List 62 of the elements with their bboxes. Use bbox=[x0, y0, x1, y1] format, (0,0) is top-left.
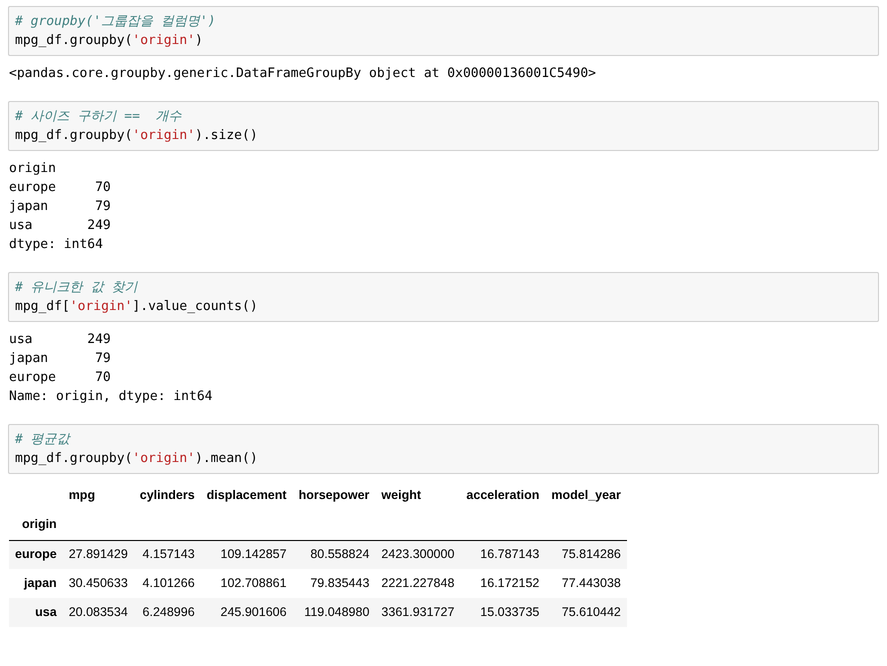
output-line: europe 70 bbox=[9, 179, 111, 197]
column-header: model_year bbox=[550, 486, 622, 504]
table-cell: 16.787143 bbox=[460, 540, 546, 569]
code-text: ).mean() bbox=[195, 451, 258, 466]
table-cell: 109.142857 bbox=[200, 540, 293, 569]
column-header: acceleration bbox=[465, 486, 540, 504]
code-text: mpg_df[ bbox=[15, 299, 70, 314]
code-text: mpg_df.groupby( bbox=[15, 33, 132, 48]
code-comment: # 평균값 bbox=[15, 432, 70, 447]
index-header: origin bbox=[9, 510, 63, 540]
string-literal: 'origin' bbox=[132, 128, 196, 143]
table-cell: 3361.931727 bbox=[375, 598, 460, 627]
row-index: japan bbox=[9, 569, 63, 598]
table-cell: 2221.227848 bbox=[375, 569, 460, 598]
row-index: europe bbox=[9, 540, 63, 569]
code-text: ).size() bbox=[195, 128, 258, 143]
string-literal: 'origin' bbox=[132, 33, 196, 48]
string-literal: 'origin' bbox=[70, 299, 132, 314]
code-text: ) bbox=[195, 33, 203, 48]
output-line: <pandas.core.groupby.generic.DataFrameGroupBy object at 0x00000136001C5490> bbox=[9, 65, 596, 83]
output-line: usa 249 bbox=[9, 331, 111, 349]
table-cell: 79.835443 bbox=[292, 569, 376, 598]
column-header: displacement bbox=[206, 486, 288, 504]
table-cell: 4.101266 bbox=[134, 569, 201, 598]
table-cell: 6.248996 bbox=[134, 598, 201, 627]
table-cell: 2423.300000 bbox=[375, 540, 460, 569]
string-literal: 'origin' bbox=[132, 451, 196, 466]
table-cell: 119.048980 bbox=[292, 598, 376, 627]
table-cell: 30.450633 bbox=[62, 569, 134, 598]
output-line: dtype: int64 bbox=[9, 236, 103, 254]
output-line: Name: origin, dtype: int64 bbox=[9, 388, 212, 406]
table-cell: 245.901606 bbox=[200, 598, 293, 627]
table-cell: 77.443038 bbox=[545, 569, 627, 598]
code-text: mpg_df.groupby( bbox=[15, 128, 132, 143]
output-line: usa 249 bbox=[9, 217, 111, 235]
column-header: mpg bbox=[68, 486, 96, 504]
output-line: japan 79 bbox=[9, 350, 111, 368]
table-cell: 15.033735 bbox=[460, 598, 546, 627]
table-cell: 4.157143 bbox=[134, 540, 201, 569]
table-cell: 20.083534 bbox=[62, 598, 134, 627]
row-index: usa bbox=[9, 598, 63, 627]
code-cell-input[interactable]: # 사이즈 구하기 == 개수 mpg_df.groupby('origin').size() bbox=[8, 101, 879, 151]
table-cell: 102.708861 bbox=[200, 569, 293, 598]
column-header: cylinders bbox=[138, 486, 196, 504]
table-cell: 75.610442 bbox=[545, 598, 627, 627]
code-text: mpg_df.groupby( bbox=[15, 451, 132, 466]
code-cell-input[interactable]: # 평균값 mpg_df.groupby('origin').mean() bbox=[8, 424, 879, 474]
table-cell: 16.172152 bbox=[460, 569, 546, 598]
code-cell-input[interactable]: # groupby('그룹잡을 컬럼명') mpg_df.groupby('origin') bbox=[8, 6, 879, 56]
output-line: japan 79 bbox=[9, 198, 111, 216]
code-cell-input[interactable]: # 유니크한 값 찾기 mpg_df['origin'].value_counts() bbox=[8, 272, 879, 322]
table-cell: 80.558824 bbox=[292, 540, 376, 569]
column-header: horsepower bbox=[298, 486, 370, 504]
output-line: origin bbox=[9, 160, 56, 178]
column-header: weight bbox=[380, 486, 422, 504]
table-cell: 27.891429 bbox=[62, 540, 134, 569]
code-comment: # groupby('그룹잡을 컬럼명') bbox=[15, 14, 216, 29]
output-line: europe 70 bbox=[9, 369, 111, 387]
code-text: ].value_counts() bbox=[132, 299, 258, 314]
code-comment: # 사이즈 구하기 == 개수 bbox=[15, 109, 182, 124]
table-cell: 75.814286 bbox=[545, 540, 627, 569]
code-comment: # 유니크한 값 찾기 bbox=[15, 280, 138, 295]
